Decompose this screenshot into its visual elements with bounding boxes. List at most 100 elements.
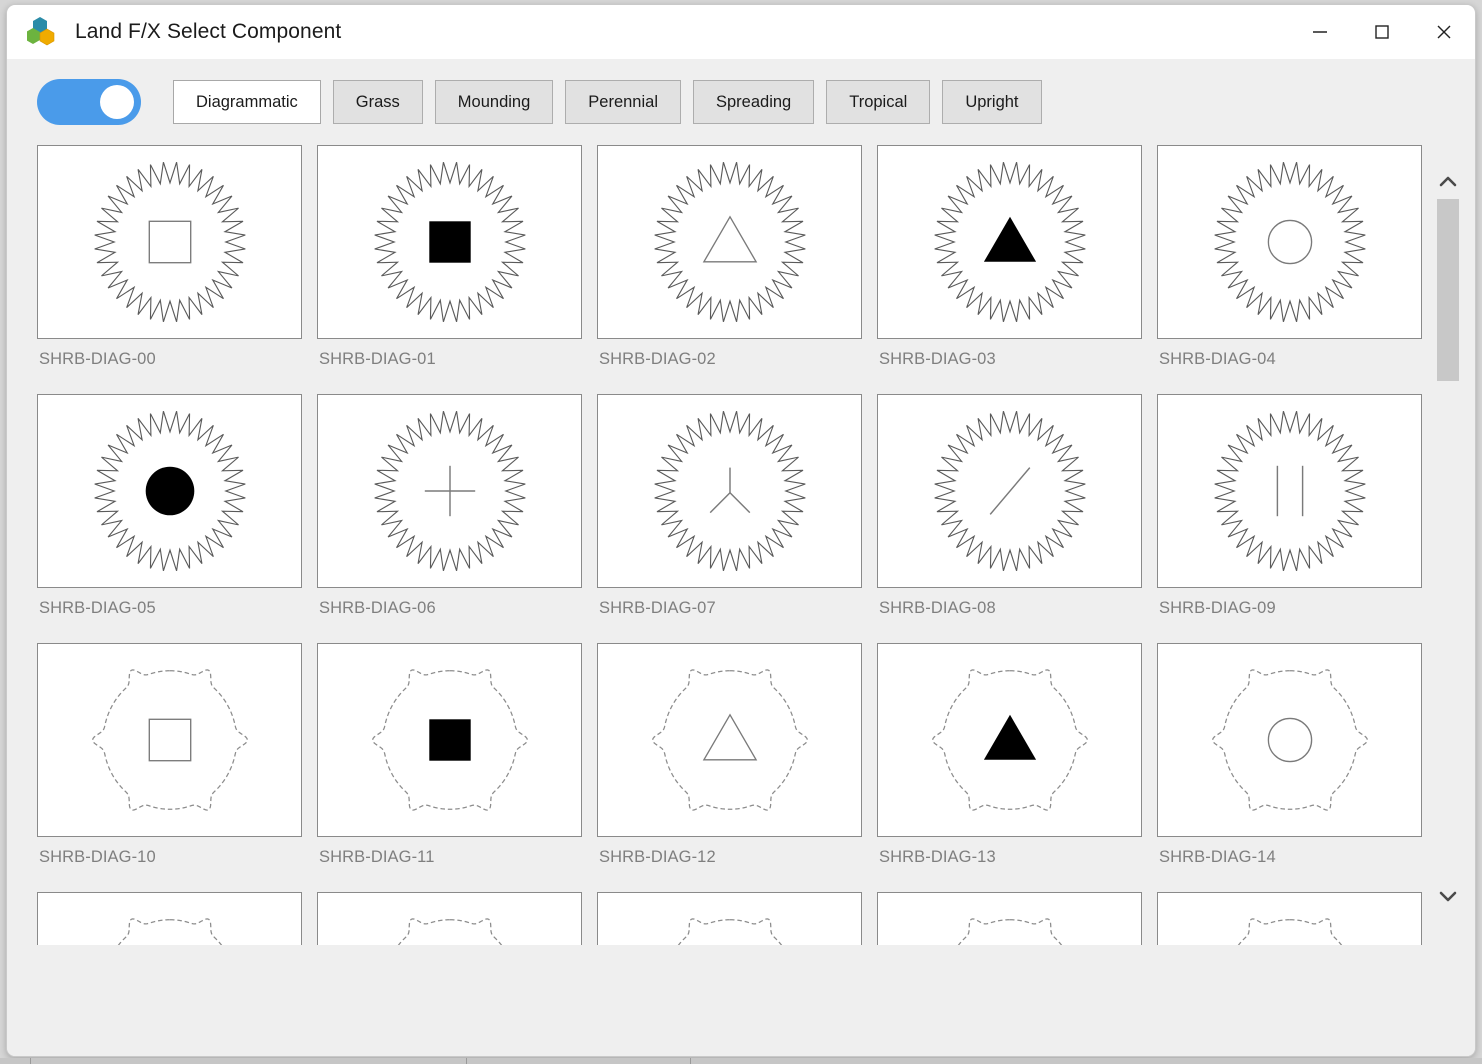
component-thumbnail[interactable]	[1157, 892, 1422, 945]
component-card[interactable]	[317, 892, 582, 945]
component-thumbnail[interactable]	[1157, 145, 1422, 339]
diagrammatic-toggle[interactable]	[37, 79, 141, 125]
close-button[interactable]	[1413, 5, 1475, 59]
component-thumbnail[interactable]	[317, 394, 582, 588]
component-thumbnail[interactable]	[597, 394, 862, 588]
component-card[interactable]: SHRB-DIAG-01	[317, 145, 582, 388]
component-browser: SHRB-DIAG-00 SHRB-DIAG-01 SHRB-DIAG-02 SHRB…	[7, 145, 1475, 1056]
component-thumbnail[interactable]	[317, 892, 582, 945]
component-thumbnail[interactable]	[37, 145, 302, 339]
component-thumbnail[interactable]	[1157, 394, 1422, 588]
component-label: SHRB-DIAG-14	[1159, 848, 1276, 866]
component-label: SHRB-DIAG-13	[879, 848, 996, 866]
component-card[interactable]: SHRB-DIAG-12	[597, 643, 862, 886]
filter-button-upright[interactable]: Upright	[942, 80, 1042, 124]
component-label: SHRB-DIAG-00	[39, 350, 156, 368]
component-thumbnail[interactable]	[37, 643, 302, 837]
component-thumbnail[interactable]	[877, 394, 1142, 588]
filter-button-mounding[interactable]: Mounding	[434, 80, 554, 124]
symbol-square-filled-icon	[373, 161, 526, 323]
symbol-diagonal-line-icon	[933, 410, 1086, 572]
component-card[interactable]: SHRB-DIAG-14	[1157, 643, 1422, 886]
component-card[interactable]: SHRB-DIAG-08	[877, 394, 1142, 637]
component-label: SHRB-DIAG-02	[599, 350, 716, 368]
symbol-triangle-outline-icon	[651, 669, 808, 811]
close-icon	[1437, 25, 1451, 39]
symbol-square-outline-icon	[91, 669, 248, 811]
symbol-triangle-filled-icon	[933, 161, 1086, 323]
component-card[interactable]: SHRB-DIAG-07	[597, 394, 862, 637]
app-window: Land F/X Select Component Diagrammatic G…	[6, 4, 1476, 1057]
component-thumbnail[interactable]	[317, 145, 582, 339]
vertical-scrollbar[interactable]	[1435, 169, 1461, 909]
symbol-triangle-filled-icon	[931, 669, 1088, 811]
component-thumbnail[interactable]	[317, 643, 582, 837]
filter-button-group: Diagrammatic Grass Mounding Perennial Spread…	[173, 80, 1042, 124]
component-card[interactable]	[877, 892, 1142, 945]
symbol-triangle-outline-icon	[653, 161, 806, 323]
component-card[interactable]: SHRB-DIAG-10	[37, 643, 302, 886]
component-thumbnail[interactable]	[37, 394, 302, 588]
component-thumbnail[interactable]	[37, 892, 302, 945]
symbol-square-outline-icon	[93, 161, 246, 323]
component-label: SHRB-DIAG-05	[39, 599, 156, 617]
scrollbar-thumb[interactable]	[1437, 199, 1459, 381]
component-card[interactable]: SHRB-DIAG-00	[37, 145, 302, 388]
symbol-circle-outline-icon	[1213, 161, 1366, 323]
symbol-plus-icon	[397, 918, 502, 945]
component-thumbnail[interactable]	[597, 892, 862, 945]
component-card[interactable]: SHRB-DIAG-03	[877, 145, 1142, 388]
filter-toolbar: Diagrammatic Grass Mounding Perennial Spread…	[7, 59, 1475, 145]
scroll-down-button[interactable]	[1435, 883, 1461, 909]
minimize-icon	[1313, 31, 1327, 33]
component-thumbnail[interactable]	[877, 145, 1142, 339]
filter-button-tropical[interactable]: Tropical	[826, 80, 931, 124]
scrollbar-track[interactable]	[1437, 199, 1459, 879]
component-card[interactable]: SHRB-DIAG-13	[877, 643, 1142, 886]
minimize-button[interactable]	[1289, 5, 1351, 59]
filter-button-perennial[interactable]: Perennial	[565, 80, 681, 124]
component-card[interactable]	[1157, 892, 1422, 945]
title-bar: Land F/X Select Component	[7, 5, 1475, 59]
component-label: SHRB-DIAG-10	[39, 848, 156, 866]
symbol-double-vertical-line-icon	[1213, 410, 1366, 572]
symbol-diagonal-line-icon	[957, 918, 1062, 945]
component-card[interactable]: SHRB-DIAG-02	[597, 145, 862, 388]
symbol-y-branch-icon	[653, 410, 806, 572]
symbol-y-branch-icon	[677, 918, 782, 945]
component-grid: SHRB-DIAG-00 SHRB-DIAG-01 SHRB-DIAG-02 SHRB…	[37, 145, 1427, 945]
symbol-square-filled-icon	[371, 669, 528, 811]
component-grid-viewport: SHRB-DIAG-00 SHRB-DIAG-01 SHRB-DIAG-02 SHRB…	[37, 145, 1427, 945]
component-thumbnail[interactable]	[597, 643, 862, 837]
component-card[interactable]: SHRB-DIAG-11	[317, 643, 582, 886]
maximize-button[interactable]	[1351, 5, 1413, 59]
component-thumbnail[interactable]	[877, 892, 1142, 945]
scroll-up-button[interactable]	[1435, 169, 1461, 195]
component-label: SHRB-DIAG-01	[319, 350, 436, 368]
symbol-circle-outline-icon	[1211, 669, 1368, 811]
window-controls	[1289, 5, 1475, 59]
component-thumbnail[interactable]	[1157, 643, 1422, 837]
component-card[interactable]: SHRB-DIAG-05	[37, 394, 302, 637]
component-thumbnail[interactable]	[597, 145, 862, 339]
component-label: SHRB-DIAG-04	[1159, 350, 1276, 368]
component-card[interactable]: SHRB-DIAG-09	[1157, 394, 1422, 637]
filter-button-diagrammatic[interactable]: Diagrammatic	[173, 80, 321, 124]
maximize-icon	[1375, 25, 1389, 39]
component-label: SHRB-DIAG-08	[879, 599, 996, 617]
component-thumbnail[interactable]	[877, 643, 1142, 837]
desktop-strip	[0, 1058, 1482, 1064]
component-card[interactable]: SHRB-DIAG-04	[1157, 145, 1422, 388]
filter-button-grass[interactable]: Grass	[332, 80, 423, 124]
filter-button-spreading[interactable]: Spreading	[693, 80, 815, 124]
symbol-plus-icon	[373, 410, 526, 572]
chevron-down-icon	[1439, 891, 1457, 902]
component-card[interactable]: SHRB-DIAG-06	[317, 394, 582, 637]
component-card[interactable]	[37, 892, 302, 945]
component-label: SHRB-DIAG-06	[319, 599, 436, 617]
toggle-knob	[100, 85, 134, 119]
window-title: Land F/X Select Component	[75, 20, 342, 43]
component-card[interactable]	[597, 892, 862, 945]
component-label: SHRB-DIAG-12	[599, 848, 716, 866]
symbol-circle-outline-icon	[1237, 918, 1342, 945]
